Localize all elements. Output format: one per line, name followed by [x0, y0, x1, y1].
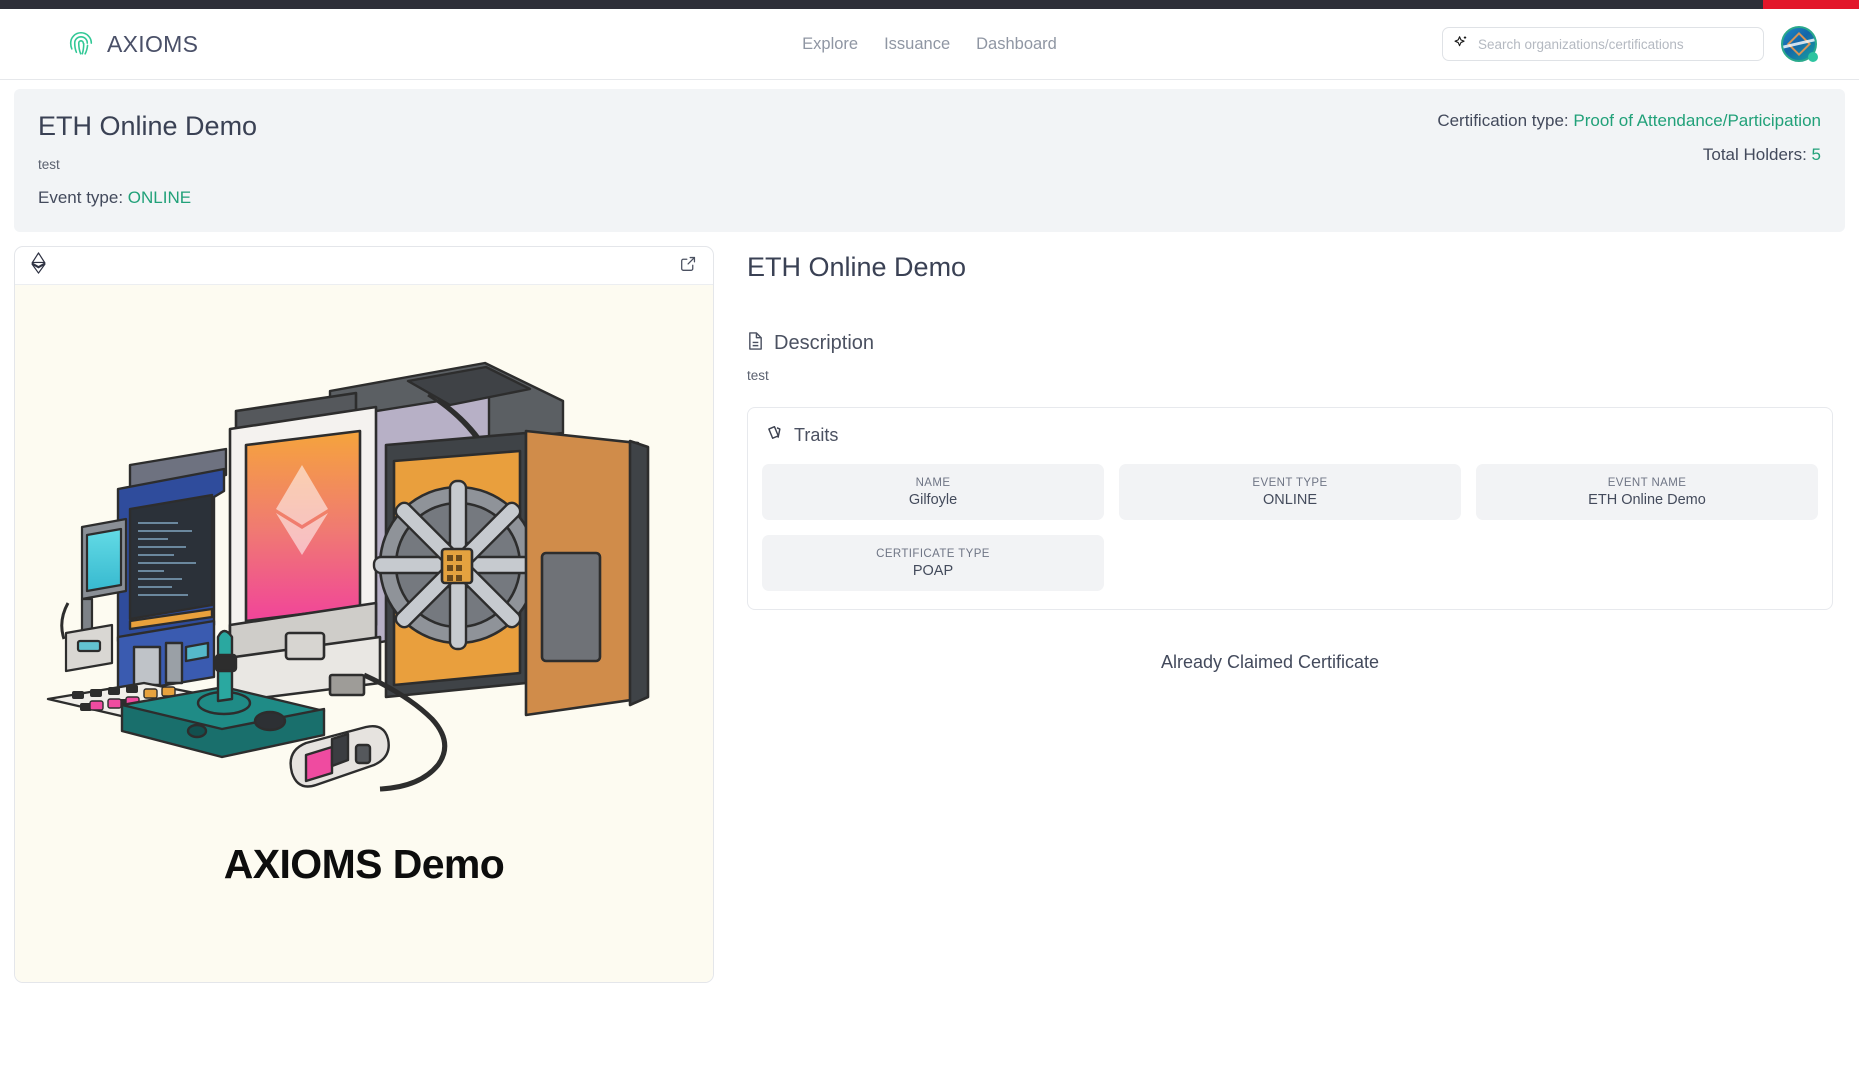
top-navbar: AXIOMS Explore Issuance Dashboard	[0, 9, 1859, 80]
traits-grid: NAME Gilfoyle EVENT TYPE ONLINE EVENT NA…	[762, 464, 1818, 591]
detail-title: ETH Online Demo	[747, 252, 1833, 283]
banner-certification-type: Certification type: Proof of Attendance/…	[1437, 111, 1821, 131]
trait-card: NAME Gilfoyle	[762, 464, 1104, 520]
banner-total-holders-value: 5	[1812, 145, 1821, 164]
banner-total-holders-label: Total Holders:	[1703, 145, 1807, 164]
description-label: Description	[774, 332, 874, 355]
traits-label: Traits	[794, 425, 838, 446]
page-load-progress-bar	[1763, 0, 1859, 9]
banner-certification-type-label: Certification type:	[1437, 111, 1568, 130]
banner-event-type: Event type: ONLINE	[38, 188, 1821, 208]
trait-card: CERTIFICATE TYPE POAP	[762, 535, 1104, 591]
nav-link-dashboard[interactable]: Dashboard	[974, 31, 1059, 58]
trait-card: EVENT NAME ETH Online Demo	[1476, 464, 1818, 520]
sparkle-icon	[1453, 34, 1469, 55]
avatar[interactable]	[1781, 26, 1817, 62]
banner-meta: Certification type: Proof of Attendance/…	[1437, 111, 1821, 165]
trait-key: EVENT NAME	[1608, 477, 1687, 489]
search-input[interactable]	[1478, 37, 1753, 52]
trait-card: EVENT TYPE ONLINE	[1119, 464, 1461, 520]
traits-heading: Traits	[762, 424, 1818, 447]
external-link-icon[interactable]	[680, 255, 697, 277]
brand-name: AXIOMS	[107, 31, 198, 58]
search-box[interactable]	[1442, 27, 1764, 61]
traits-panel: Traits NAME Gilfoyle EVENT TYPE ONLINE E…	[747, 407, 1833, 610]
banner-event-type-label: Event type:	[38, 188, 123, 207]
nav-link-explore[interactable]: Explore	[800, 31, 860, 58]
nft-preview-card: AXIOMS Demo	[14, 246, 714, 983]
navbar-right-cluster	[1442, 26, 1817, 62]
brand-logo[interactable]: AXIOMS	[66, 29, 198, 59]
ethereum-icon	[31, 252, 46, 279]
nft-artwork-panel: AXIOMS Demo	[15, 285, 713, 982]
nav-link-issuance[interactable]: Issuance	[882, 31, 952, 58]
trait-value: ETH Online Demo	[1588, 492, 1706, 508]
fingerprint-icon	[66, 29, 96, 59]
avatar-status-dot	[1808, 52, 1818, 62]
trait-key: NAME	[916, 477, 951, 489]
description-heading: Description	[747, 331, 1833, 356]
main-content: AXIOMS Demo ETH Online Demo Description …	[0, 232, 1859, 983]
nft-caption: AXIOMS Demo	[224, 841, 504, 888]
claim-status: Already Claimed Certificate	[747, 652, 1833, 673]
trait-key: CERTIFICATE TYPE	[876, 548, 990, 560]
trait-value: ONLINE	[1263, 492, 1317, 508]
trait-value: POAP	[913, 563, 953, 579]
trait-value: Gilfoyle	[909, 492, 957, 508]
browser-top-strip	[0, 0, 1859, 9]
nft-artwork-image	[34, 303, 694, 833]
document-icon	[747, 331, 764, 356]
banner-total-holders: Total Holders: 5	[1437, 145, 1821, 165]
nav-links: Explore Issuance Dashboard	[800, 31, 1059, 58]
certification-banner: ETH Online Demo test Event type: ONLINE …	[14, 89, 1845, 232]
description-text: test	[747, 368, 1833, 383]
cards-icon	[766, 424, 784, 447]
nft-card-header	[15, 247, 713, 285]
trait-key: EVENT TYPE	[1252, 477, 1327, 489]
certification-detail: ETH Online Demo Description test	[747, 246, 1845, 673]
banner-event-type-value: ONLINE	[128, 188, 191, 207]
banner-certification-type-value: Proof of Attendance/Participation	[1573, 111, 1821, 130]
